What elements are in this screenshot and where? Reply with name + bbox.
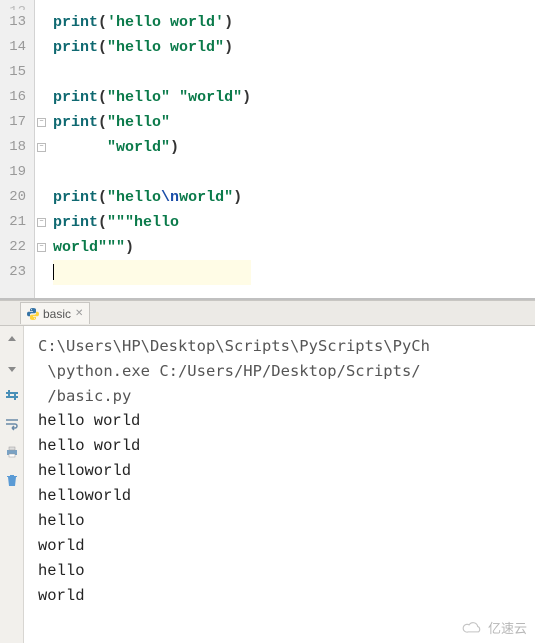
code-line[interactable]: print("hello world"): [53, 35, 251, 60]
print-icon[interactable]: [4, 444, 20, 460]
code-line[interactable]: print("hello\nworld"): [53, 185, 251, 210]
line-number: 12: [4, 0, 26, 10]
line-number: 14: [4, 35, 26, 60]
arrow-up-icon[interactable]: [4, 332, 20, 348]
tab-label: basic: [43, 307, 71, 321]
console-output-line: hello world: [38, 434, 430, 459]
fold-column: − − − −: [35, 0, 49, 298]
line-number: 20: [4, 185, 26, 210]
line-number: 22: [4, 235, 26, 260]
console-tab-bar: basic ✕: [0, 300, 535, 326]
cloud-icon: [462, 621, 484, 635]
trash-icon[interactable]: [4, 472, 20, 488]
code-line[interactable]: print("""hello: [53, 210, 251, 235]
code-line[interactable]: print('hello world'): [53, 10, 251, 35]
console-output[interactable]: C:\Users\HP\Desktop\Scripts\PyScripts\Py…: [24, 326, 430, 643]
line-number: 17: [4, 110, 26, 135]
code-line[interactable]: [53, 260, 251, 285]
line-number-gutter: 121314151617181920212223: [0, 0, 35, 298]
code-line[interactable]: print("hello" "world"): [53, 85, 251, 110]
code-line[interactable]: print("hello": [53, 110, 251, 135]
line-number: 18: [4, 135, 26, 160]
line-number: 13: [4, 10, 26, 35]
code-line[interactable]: [53, 160, 251, 185]
line-number: 23: [4, 260, 26, 285]
console-path-line: /basic.py: [38, 384, 430, 409]
code-line[interactable]: "world"): [53, 135, 251, 160]
console-output-line: world: [38, 584, 430, 609]
text-cursor: [53, 264, 54, 280]
wrap-icon[interactable]: [4, 416, 20, 432]
tab-basic[interactable]: basic ✕: [20, 302, 90, 324]
watermark: 亿速云: [462, 618, 527, 637]
code-area[interactable]: print('hello world')print("hello world")…: [49, 0, 251, 298]
code-line[interactable]: world"""): [53, 235, 251, 260]
console-path-line: \python.exe C:/Users/HP/Desktop/Scripts/: [38, 359, 430, 384]
line-number: 21: [4, 210, 26, 235]
fold-icon[interactable]: −: [37, 143, 46, 152]
watermark-text: 亿速云: [488, 618, 527, 637]
console-output-line: helloworld: [38, 484, 430, 509]
console-toolbar: [0, 326, 24, 643]
console-output-line: hello: [38, 559, 430, 584]
python-icon: [27, 308, 39, 320]
console-output-line: helloworld: [38, 459, 430, 484]
fold-icon[interactable]: −: [37, 243, 46, 252]
console-pane: C:\Users\HP\Desktop\Scripts\PyScripts\Py…: [0, 326, 535, 643]
code-line[interactable]: [53, 60, 251, 85]
line-number: 16: [4, 85, 26, 110]
fold-icon[interactable]: −: [37, 218, 46, 227]
code-line[interactable]: [53, 0, 251, 10]
settings-icon[interactable]: [4, 388, 20, 404]
arrow-down-icon[interactable]: [4, 360, 20, 376]
editor-pane: 121314151617181920212223 − − − − print('hel…: [0, 0, 535, 300]
close-icon[interactable]: ✕: [75, 308, 83, 319]
console-output-line: hello: [38, 509, 430, 534]
line-number: 15: [4, 60, 26, 85]
console-output-line: world: [38, 534, 430, 559]
console-output-line: hello world: [38, 409, 430, 434]
console-path-line: C:\Users\HP\Desktop\Scripts\PyScripts\Py…: [38, 334, 430, 359]
fold-icon[interactable]: −: [37, 118, 46, 127]
line-number: 19: [4, 160, 26, 185]
